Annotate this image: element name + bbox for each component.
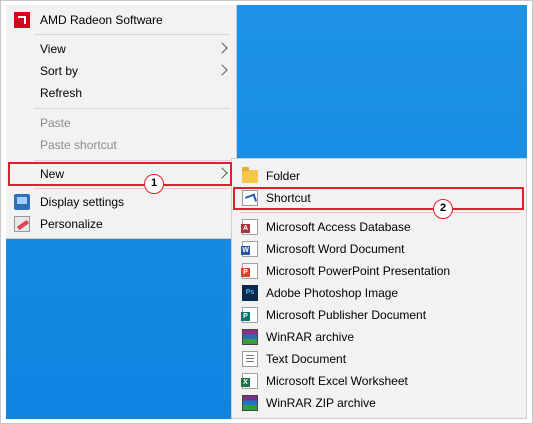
powerpoint-icon: P (241, 263, 258, 279)
display-icon (14, 194, 30, 210)
text-document-icon (242, 351, 258, 367)
submenu-item-winrar-zip-archive[interactable]: WinRAR ZIP archive (232, 392, 526, 414)
menu-item-label: WinRAR archive (266, 330, 355, 344)
menu-item-label: Folder (266, 169, 301, 183)
menu-item-label: Refresh (40, 86, 83, 100)
menu-item-label: Paste (40, 116, 71, 130)
winrar-zip-icon (242, 395, 258, 411)
excel-icon: X (241, 373, 258, 389)
word-icon: W (241, 241, 258, 257)
submenu-item-publisher-document[interactable]: P Microsoft Publisher Document (232, 304, 526, 326)
submenu-item-access-database[interactable]: A Microsoft Access Database (232, 216, 526, 238)
step-badge-1: 1 (144, 174, 164, 194)
chevron-right-icon (216, 64, 228, 76)
personalize-icon (14, 216, 30, 232)
menu-item-personalize[interactable]: Personalize (6, 213, 236, 235)
menu-item-label: Microsoft Word Document (266, 242, 405, 256)
highlight-new-item (8, 162, 232, 186)
menu-item-label: Personalize (40, 217, 103, 231)
menu-item-label: View (40, 42, 66, 56)
menu-item-label: Microsoft PowerPoint Presentation (266, 264, 451, 278)
menu-item-sort-by[interactable]: Sort by (6, 60, 236, 82)
menu-item-label: Display settings (40, 195, 125, 209)
menu-separator (34, 108, 230, 109)
menu-item-label: Text Document (266, 352, 347, 366)
submenu-item-word-document[interactable]: W Microsoft Word Document (232, 238, 526, 260)
menu-item-amd-radeon-software[interactable]: AMD Radeon Software (6, 9, 236, 31)
menu-item-paste-shortcut: Paste shortcut (6, 134, 236, 156)
photoshop-icon: Ps (242, 285, 258, 301)
menu-item-label: Sort by (40, 64, 79, 78)
folder-icon (242, 167, 258, 183)
menu-item-view[interactable]: View (6, 38, 236, 60)
step-badge-2: 2 (433, 199, 453, 219)
menu-item-label: Microsoft Access Database (266, 220, 411, 234)
menu-item-label: AMD Radeon Software (40, 13, 163, 27)
winrar-icon (242, 329, 258, 345)
menu-item-label: Microsoft Publisher Document (266, 308, 427, 322)
menu-separator (240, 212, 520, 213)
menu-item-label: Paste shortcut (40, 138, 117, 152)
submenu-item-winrar-archive[interactable]: WinRAR archive (232, 326, 526, 348)
submenu-item-photoshop-image[interactable]: Ps Adobe Photoshop Image (232, 282, 526, 304)
submenu-item-powerpoint-presentation[interactable]: P Microsoft PowerPoint Presentation (232, 260, 526, 282)
desktop-context-menu: AMD Radeon Software View Sort by Refresh… (6, 5, 237, 239)
menu-item-paste: Paste (6, 112, 236, 134)
menu-separator (34, 34, 230, 35)
menu-item-display-settings[interactable]: Display settings (6, 191, 236, 213)
menu-separator (34, 188, 230, 189)
menu-item-label: Adobe Photoshop Image (266, 286, 399, 300)
chevron-right-icon (216, 42, 228, 54)
submenu-item-text-document[interactable]: Text Document (232, 348, 526, 370)
access-icon: A (241, 219, 258, 235)
submenu-item-excel-worksheet[interactable]: X Microsoft Excel Worksheet (232, 370, 526, 392)
submenu-item-folder[interactable]: Folder (232, 165, 526, 187)
menu-separator (34, 160, 230, 161)
menu-item-refresh[interactable]: Refresh (6, 82, 236, 104)
menu-item-label: Microsoft Excel Worksheet (266, 374, 408, 388)
highlight-shortcut-item (233, 187, 524, 210)
menu-item-label: WinRAR ZIP archive (266, 396, 376, 410)
publisher-icon: P (241, 307, 258, 323)
amd-icon (14, 12, 30, 28)
